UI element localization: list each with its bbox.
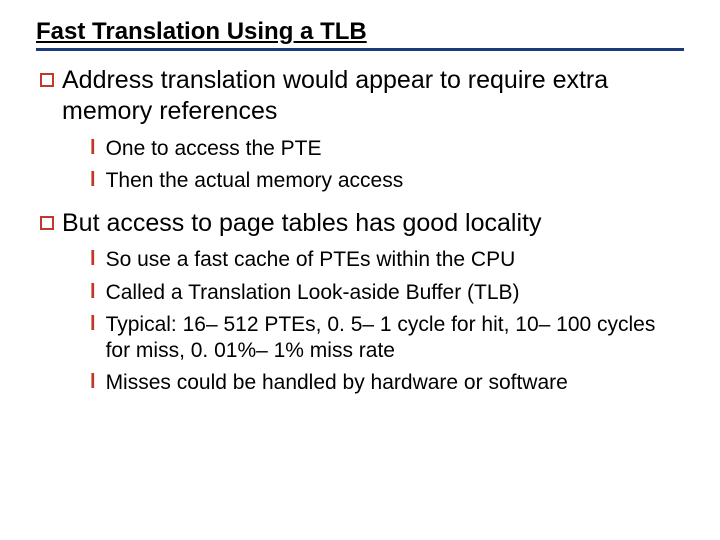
sub-bullet-icon: l: [90, 168, 96, 192]
sub-bullet-text: So use a fast cache of PTEs within the C…: [106, 247, 516, 273]
sub-bullet-group: l One to access the PTE l Then the actua…: [90, 136, 684, 195]
sub-bullet-text: Then the actual memory access: [106, 168, 404, 194]
bullet-level2: l Typical: 16– 512 PTEs, 0. 5– 1 cycle f…: [90, 312, 684, 365]
bullet-text: But access to page tables has good local…: [62, 208, 541, 239]
sub-bullet-icon: l: [90, 370, 96, 394]
sub-bullet-group: l So use a fast cache of PTEs within the…: [90, 247, 684, 396]
square-bullet-icon: [40, 216, 54, 230]
sub-bullet-icon: l: [90, 136, 96, 160]
sub-bullet-text: Typical: 16– 512 PTEs, 0. 5– 1 cycle for…: [106, 312, 684, 365]
square-bullet-icon: [40, 73, 54, 87]
bullet-level2: l One to access the PTE: [90, 136, 684, 162]
sub-bullet-text: Called a Translation Look-aside Buffer (…: [106, 280, 520, 306]
bullet-text: Address translation would appear to requ…: [62, 65, 684, 128]
sub-bullet-text: One to access the PTE: [106, 136, 322, 162]
slide-title: Fast Translation Using a TLB: [36, 18, 367, 45]
slide: Fast Translation Using a TLB Address tra…: [0, 0, 720, 397]
sub-bullet-icon: l: [90, 280, 96, 304]
bullet-level2: l So use a fast cache of PTEs within the…: [90, 247, 684, 273]
sub-bullet-icon: l: [90, 247, 96, 271]
bullet-level2: l Called a Translation Look-aside Buffer…: [90, 280, 684, 306]
sub-bullet-icon: l: [90, 312, 96, 336]
bullet-level1: But access to page tables has good local…: [40, 208, 684, 239]
sub-bullet-text: Misses could be handled by hardware or s…: [106, 370, 568, 396]
bullet-level1: Address translation would appear to requ…: [40, 65, 684, 128]
bullet-level2: l Then the actual memory access: [90, 168, 684, 194]
bullet-level2: l Misses could be handled by hardware or…: [90, 370, 684, 396]
title-underline: Fast Translation Using a TLB: [36, 18, 684, 51]
